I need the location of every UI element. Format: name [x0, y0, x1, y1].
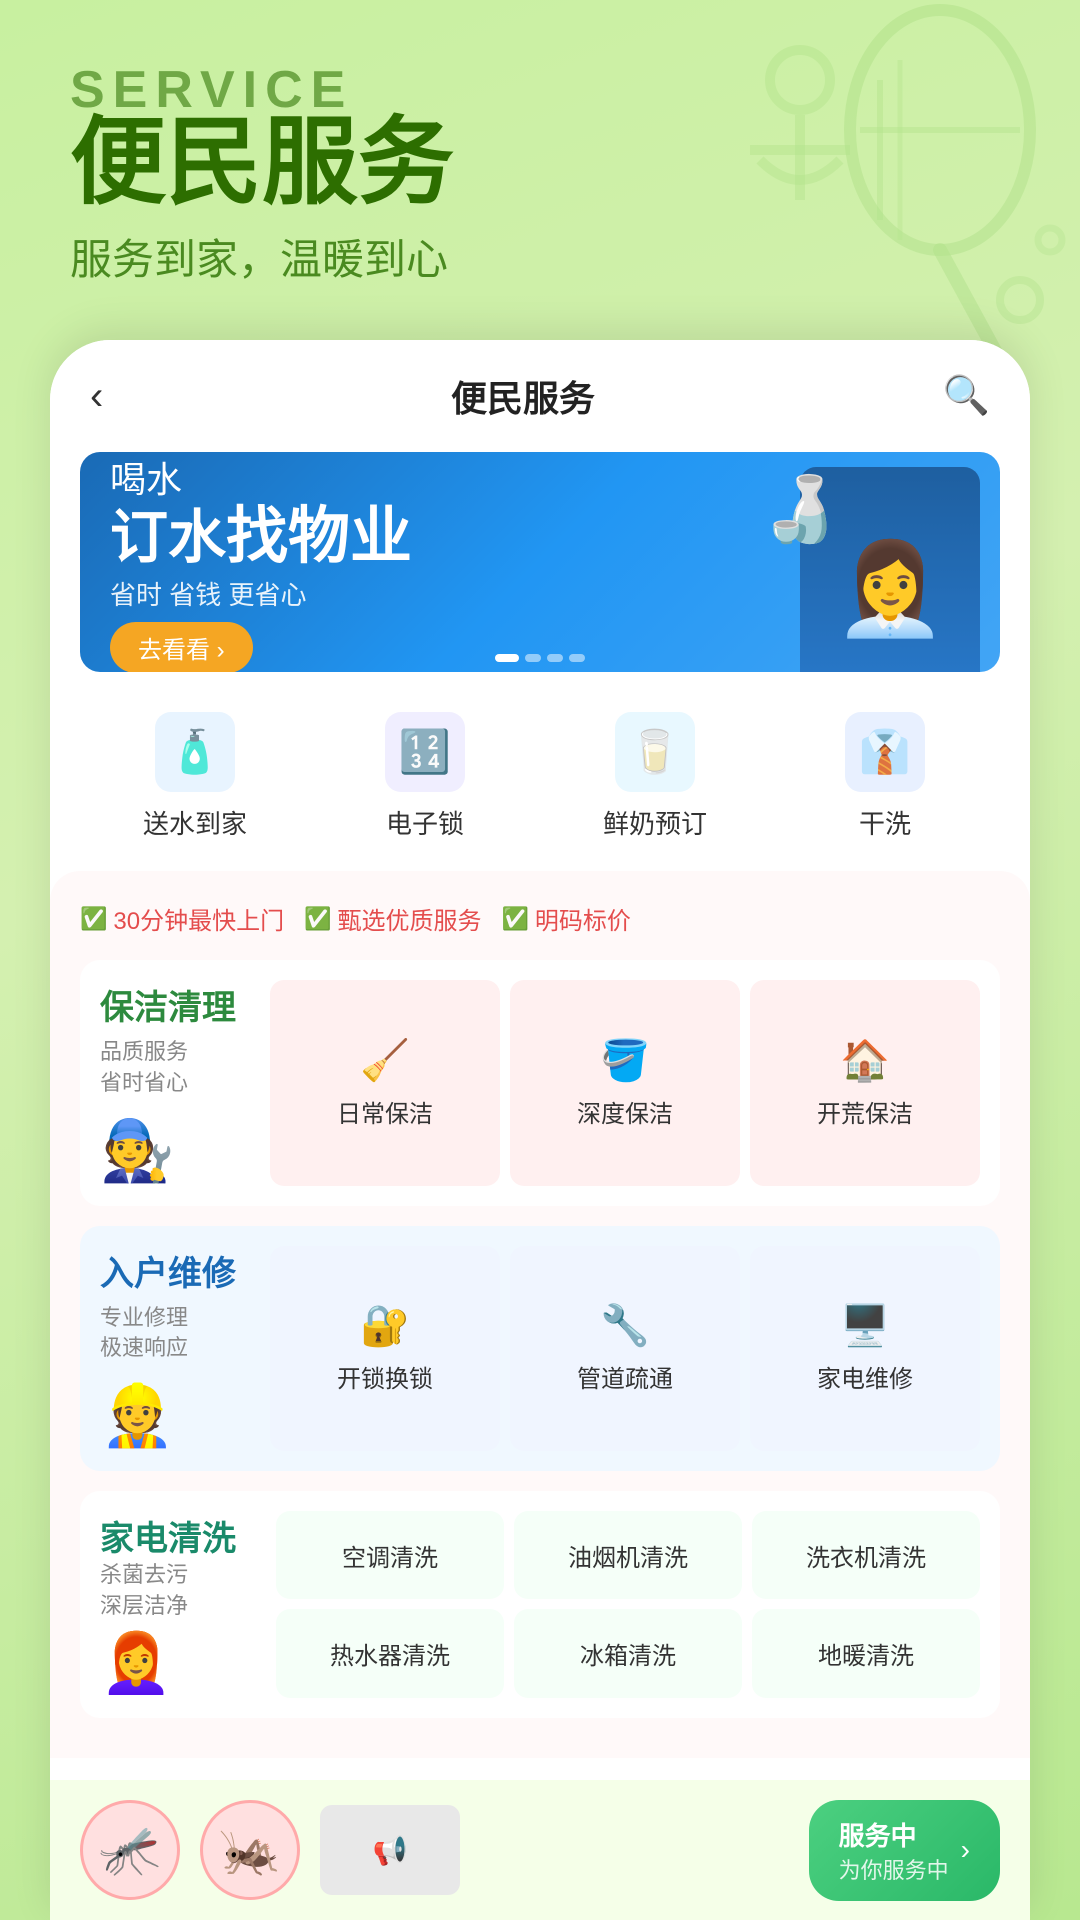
locksmith-card[interactable]: 🔐 开锁换锁 — [270, 1246, 500, 1452]
service-en-label: SERVICE — [70, 60, 1010, 120]
appliance-repair-label: 家电维修 — [817, 1359, 913, 1394]
repair-block: 入户维修 专业修理 极速响应 👷 🔐 开锁换锁 🔧 管道疏通 — [80, 1226, 1000, 1472]
services-section: ✅ 30分钟最快上门 ✅ 甄选优质服务 ✅ 明码标价 保洁清理 品质服务 省时省… — [50, 871, 1030, 1758]
appliance-repair-card[interactable]: 🖥️ 家电维修 — [750, 1246, 980, 1452]
daily-cleaning-label: 日常保洁 — [337, 1094, 433, 1129]
ad-banner: 📢 — [320, 1805, 460, 1895]
app-header: ‹ 便民服务 🔍 — [50, 340, 1030, 442]
quick-item-water[interactable]: 🧴 送水到家 — [80, 692, 310, 861]
appliance-desc: 杀菌去污 深层洁净 — [100, 1560, 260, 1622]
quick-label-water: 送水到家 — [143, 804, 247, 841]
quick-item-lock[interactable]: 🔢 电子锁 — [310, 692, 540, 861]
service-status-sub: 为你服务中 — [839, 1853, 949, 1885]
search-icon[interactable]: 🔍 — [943, 374, 990, 418]
phone-frame: ‹ 便民服务 🔍 喝水 订水找物业 省时 省钱 更省心 去看看 › 👩‍💼 🍶 — [50, 340, 1030, 1920]
service-status-text: 服务中 — [839, 1816, 949, 1853]
service-status-bar[interactable]: 服务中 为你服务中 › — [809, 1800, 1000, 1901]
back-button[interactable]: ‹ — [90, 374, 103, 419]
quick-item-dry-clean[interactable]: 👔 干洗 — [770, 692, 1000, 861]
new-home-cleaning-label: 开荒保洁 — [817, 1094, 913, 1129]
banner-line3: 省时 省钱 更省心 — [110, 575, 970, 612]
quick-item-milk[interactable]: 🥛 鲜奶预订 — [540, 692, 770, 861]
repair-title: 入户维修 — [100, 1246, 260, 1295]
quick-label-lock: 电子锁 — [386, 804, 464, 841]
service-zh-label: 便民服务 — [70, 110, 1010, 216]
deep-cleaning-label: 深度保洁 — [577, 1094, 673, 1129]
quick-label-milk: 鲜奶预订 — [603, 804, 707, 841]
cleaning-title: 保洁清理 — [100, 980, 260, 1029]
status-arrow-icon: › — [961, 1834, 970, 1866]
appliance-title: 家电清洗 — [100, 1511, 260, 1560]
banner-line2: 订水找物业 — [110, 503, 970, 571]
pipe-label: 管道疏通 — [577, 1359, 673, 1394]
banner-line1: 喝水 — [110, 452, 970, 503]
repair-desc: 专业修理 极速响应 — [100, 1303, 260, 1365]
service-sub-label: 服务到家，温暖到心 — [70, 226, 1010, 287]
floor-heat-card[interactable]: 地暖清洗 — [752, 1609, 980, 1697]
daily-cleaning-card[interactable]: 🧹 日常保洁 — [270, 980, 500, 1186]
locksmith-label: 开锁换锁 — [337, 1359, 433, 1394]
tag-quality: ✅ 甄选优质服务 — [304, 901, 481, 936]
tag-speed: ✅ 30分钟最快上门 — [80, 901, 284, 936]
banner-cta-button[interactable]: 去看看 › — [110, 622, 253, 672]
service-tags: ✅ 30分钟最快上门 ✅ 甄选优质服务 ✅ 明码标价 — [80, 901, 1000, 936]
quick-label-dry-clean: 干洗 — [859, 804, 911, 841]
ac-clean-card[interactable]: 空调清洗 — [276, 1511, 504, 1599]
cleaning-block: 保洁清理 品质服务 省时省心 🧑‍🔧 🧹 日常保洁 🪣 深度保洁 — [80, 960, 1000, 1206]
deep-cleaning-card[interactable]: 🪣 深度保洁 — [510, 980, 740, 1186]
cleaning-desc: 品质服务 省时省心 — [100, 1037, 260, 1099]
header-title: 便民服务 — [451, 370, 595, 422]
pest-icon-2: 🦗 — [200, 1800, 300, 1900]
banner[interactable]: 喝水 订水找物业 省时 省钱 更省心 去看看 › 👩‍💼 🍶 — [80, 452, 1000, 672]
quick-icons-row: 🧴 送水到家 🔢 电子锁 🥛 鲜奶预订 👔 干洗 — [80, 692, 1000, 861]
washer-clean-card[interactable]: 洗衣机清洗 — [752, 1511, 980, 1599]
bottom-bar: 🦟 🦗 📢 服务中 为你服务中 › — [50, 1780, 1030, 1920]
pipe-card[interactable]: 🔧 管道疏通 — [510, 1246, 740, 1452]
fridge-clean-card[interactable]: 冰箱清洗 — [514, 1609, 742, 1697]
new-home-cleaning-card[interactable]: 🏠 开荒保洁 — [750, 980, 980, 1186]
range-hood-card[interactable]: 油烟机清洗 — [514, 1511, 742, 1599]
appliance-cleaning-block: 家电清洗 杀菌去污 深层洁净 👩‍🦰 空调清洗 油烟机清洗 洗衣机清洗 热水器清… — [80, 1491, 1000, 1718]
water-heater-card[interactable]: 热水器清洗 — [276, 1609, 504, 1697]
tag-price: ✅ 明码标价 — [502, 901, 631, 936]
pest-icon-1: 🦟 — [80, 1800, 180, 1900]
